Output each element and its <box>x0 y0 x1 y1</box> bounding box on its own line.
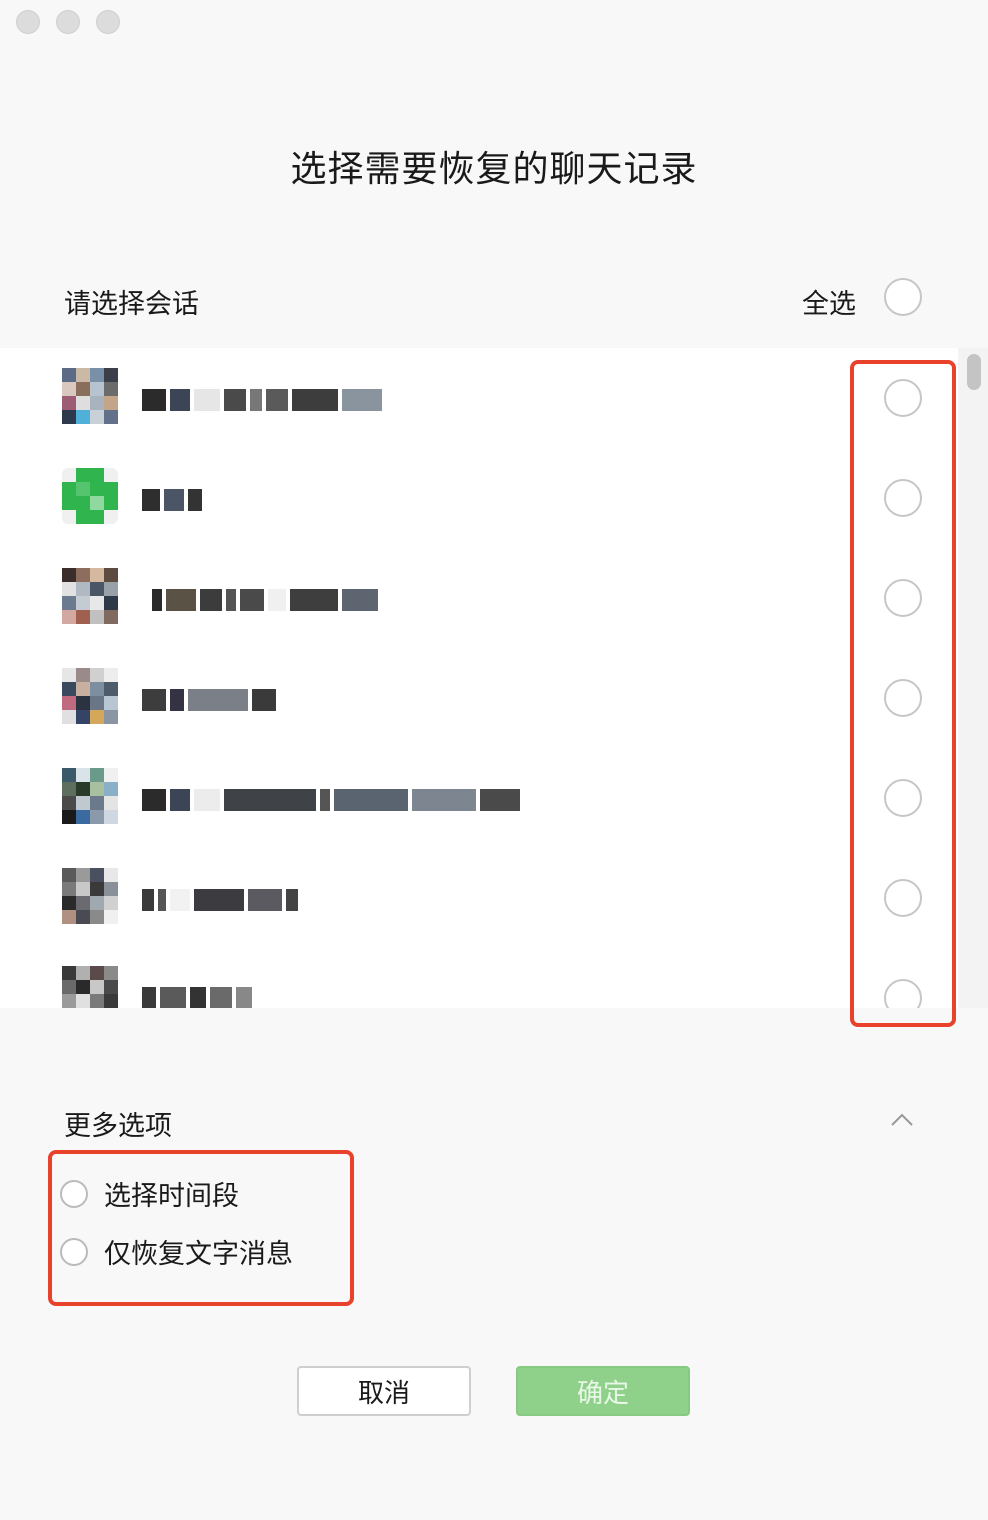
session-row[interactable] <box>0 348 958 448</box>
close-window-button[interactable] <box>16 10 40 34</box>
chevron-up-icon[interactable] <box>890 1108 914 1132</box>
option-checkbox[interactable] <box>60 1179 88 1208</box>
session-list-scrollbar[interactable] <box>958 348 988 1008</box>
confirm-button[interactable]: 确定 <box>516 1366 690 1416</box>
select-all-checkbox[interactable] <box>884 278 922 316</box>
option-select-time-range[interactable]: 选择时间段 <box>60 1174 239 1213</box>
session-row[interactable] <box>0 448 958 548</box>
session-checkbox[interactable] <box>884 979 922 1008</box>
session-row[interactable] <box>0 548 958 648</box>
session-name-obscured <box>142 788 520 812</box>
session-name-obscured <box>142 488 202 512</box>
zoom-window-button[interactable] <box>96 10 120 34</box>
option-label: 选择时间段 <box>104 1181 239 1212</box>
group-avatar <box>62 668 118 724</box>
cancel-button[interactable]: 取消 <box>297 1366 471 1416</box>
minimize-window-button[interactable] <box>56 10 80 34</box>
option-text-only[interactable]: 仅恢复文字消息 <box>60 1232 293 1271</box>
session-checkbox[interactable] <box>884 679 922 717</box>
option-label: 仅恢复文字消息 <box>104 1239 293 1270</box>
session-row[interactable] <box>0 848 958 948</box>
group-avatar <box>62 966 118 1008</box>
more-options-label: 更多选项 <box>64 1111 172 1142</box>
dialog-title: 选择需要恢复的聊天记录 <box>290 149 698 190</box>
session-checkbox[interactable] <box>884 479 922 517</box>
select-all-label[interactable]: 全选 <box>802 282 856 321</box>
session-checkbox[interactable] <box>884 579 922 617</box>
session-name-obscured <box>152 588 378 612</box>
session-name-obscured <box>142 688 276 712</box>
option-checkbox[interactable] <box>60 1237 88 1266</box>
session-checkbox[interactable] <box>884 379 922 417</box>
window-controls <box>16 10 120 34</box>
session-row[interactable] <box>0 648 958 748</box>
session-name-obscured <box>142 888 298 912</box>
session-row[interactable] <box>0 948 958 1008</box>
session-list-label: 请选择会话 <box>64 289 199 320</box>
session-name-obscured <box>142 388 382 412</box>
group-avatar <box>62 368 118 424</box>
session-list[interactable] <box>0 348 958 1008</box>
green-avatar <box>62 468 118 524</box>
group-avatar <box>62 868 118 924</box>
session-checkbox[interactable] <box>884 779 922 817</box>
session-row[interactable] <box>0 748 958 848</box>
scrollbar-thumb[interactable] <box>967 354 981 390</box>
group-avatar <box>62 568 118 624</box>
group-avatar <box>62 768 118 824</box>
session-checkbox[interactable] <box>884 879 922 917</box>
session-name-obscured <box>142 986 252 1008</box>
